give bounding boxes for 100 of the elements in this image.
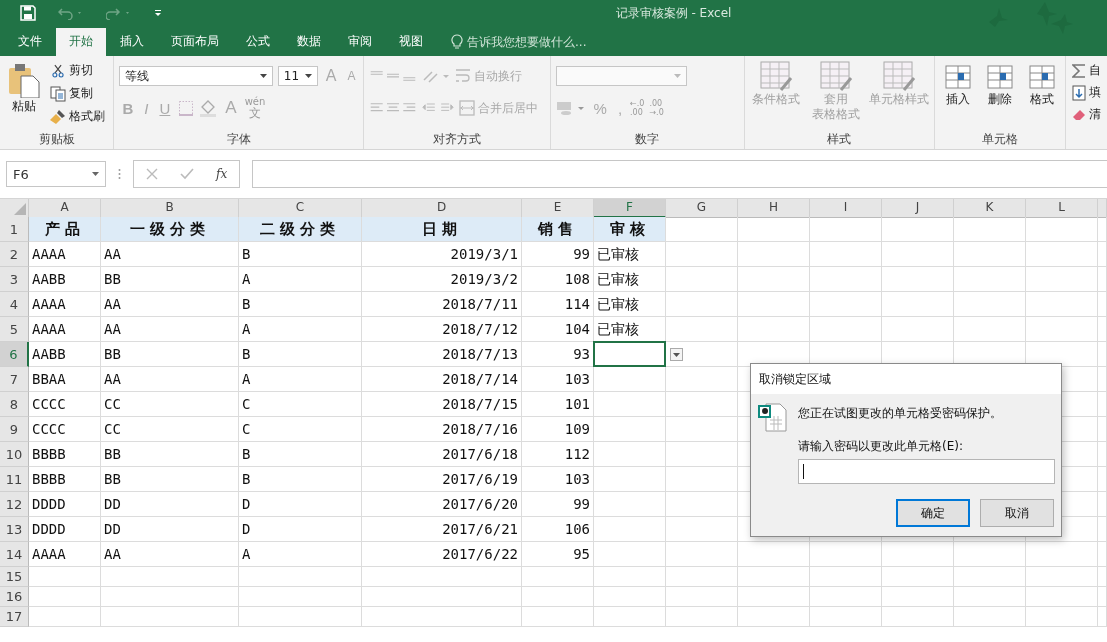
autosum-button[interactable]: 自 — [1072, 60, 1101, 81]
table-cell: BB — [101, 267, 239, 292]
insert-function-button[interactable]: fx — [216, 167, 228, 181]
row-header[interactable]: 6 — [0, 342, 29, 367]
dialog-title: 取消锁定区域 — [751, 364, 1061, 394]
table-cell: A — [239, 267, 362, 292]
table-cell: BB — [101, 442, 239, 467]
row-header[interactable]: 1 — [0, 217, 29, 242]
row-header[interactable]: 10 — [0, 442, 29, 467]
row-header[interactable]: 11 — [0, 467, 29, 492]
table-cell: 2018/7/15 — [362, 392, 522, 417]
row-header[interactable]: 2 — [0, 242, 29, 267]
table-cell: CC — [101, 417, 239, 442]
ribbon-tab[interactable]: 视图 — [386, 28, 436, 56]
row-header[interactable]: 13 — [0, 517, 29, 542]
tell-me-search[interactable]: 告诉我您想要做什么... — [451, 28, 587, 56]
table-cell: 2018/7/14 — [362, 367, 522, 392]
row-header[interactable]: 15 — [0, 567, 29, 587]
format-painter-button[interactable]: 格式刷 — [50, 106, 105, 127]
table-cell: 114 — [522, 292, 594, 317]
column-header[interactable]: L — [1026, 199, 1098, 218]
row-header[interactable]: 3 — [0, 267, 29, 292]
column-header[interactable]: J — [882, 199, 954, 218]
row-header[interactable]: 7 — [0, 367, 29, 392]
font-name-dropdown[interactable]: 等线 — [119, 66, 273, 86]
table-cell: 95 — [522, 542, 594, 567]
table-cell: AA — [101, 292, 239, 317]
table-cell: AA — [101, 242, 239, 267]
fill-button[interactable]: 填 — [1072, 82, 1101, 103]
cells-button[interactable]: 删除 — [981, 60, 1018, 131]
table-cell: C — [239, 417, 362, 442]
copy-button[interactable]: 复制 — [50, 83, 105, 104]
paste-button[interactable]: 粘贴 — [4, 60, 44, 131]
table-cell: 2017/6/22 — [362, 542, 522, 567]
table-cell: B — [239, 242, 362, 267]
table-cell: C — [239, 392, 362, 417]
row-header[interactable]: 4 — [0, 292, 29, 317]
column-header[interactable]: K — [954, 199, 1026, 218]
table-cell: BBAA — [29, 367, 101, 392]
ribbon-tab[interactable]: 文件 — [5, 28, 55, 56]
table-cell: AAAA — [29, 542, 101, 567]
table-cell: AA — [101, 317, 239, 342]
table-cell: B — [239, 442, 362, 467]
table-cell: CCCC — [29, 392, 101, 417]
row-header[interactable]: 5 — [0, 317, 29, 342]
table-cell: AAAA — [29, 317, 101, 342]
table-cell: BBBB — [29, 442, 101, 467]
table-cell: AAAA — [29, 292, 101, 317]
dialog-button[interactable]: 取消 — [980, 499, 1054, 527]
row-header[interactable]: 12 — [0, 492, 29, 517]
table-cell: 2017/6/19 — [362, 467, 522, 492]
column-header[interactable]: H — [738, 199, 810, 218]
ribbon-tab[interactable]: 公式 — [233, 28, 283, 56]
table-cell: BBBB — [29, 467, 101, 492]
table-cell: 2018/7/11 — [362, 292, 522, 317]
table-cell: DDDD — [29, 517, 101, 542]
ribbon-tab[interactable]: 数据 — [284, 28, 334, 56]
ribbon-tab[interactable]: 审阅 — [335, 28, 385, 56]
table-cell: BB — [101, 467, 239, 492]
table-cell: 103 — [522, 467, 594, 492]
row-header[interactable]: 17 — [0, 607, 29, 627]
column-header[interactable]: G — [666, 199, 738, 218]
column-title: 产品 — [29, 217, 101, 242]
dialog-message: 您正在试图更改的单元格受密码保护。 — [798, 405, 1002, 422]
clear-button[interactable]: 清 — [1072, 104, 1101, 125]
column-title: 一级分类 — [101, 217, 239, 242]
table-cell: CCCC — [29, 417, 101, 442]
group-label: 数字 — [635, 132, 660, 146]
table-cell: 108 — [522, 267, 594, 292]
font-size-dropdown[interactable]: 11 — [277, 66, 318, 86]
table-cell: 2017/6/21 — [362, 517, 522, 542]
table-cell: DD — [101, 517, 239, 542]
column-title: 二级分类 — [239, 217, 362, 242]
dialog-button[interactable]: 确定 — [896, 499, 970, 527]
cells-button[interactable]: 格式 — [1023, 60, 1060, 131]
group-label: 剪贴板 — [38, 132, 75, 146]
cut-button[interactable]: 剪切 — [50, 60, 105, 81]
table-cell: AABB — [29, 267, 101, 292]
row-header[interactable]: 16 — [0, 587, 29, 607]
row-header[interactable]: 9 — [0, 417, 29, 442]
column-title: 审核 — [594, 217, 666, 242]
table-cell: B — [239, 467, 362, 492]
table-cell: D — [239, 492, 362, 517]
table-cell: DD — [101, 492, 239, 517]
table-cell: DDDD — [29, 492, 101, 517]
ribbon-tab[interactable]: 插入 — [107, 28, 157, 56]
column-header[interactable]: I — [810, 199, 882, 218]
table-cell: 2018/7/16 — [362, 417, 522, 442]
ribbon-tab[interactable]: 页面布局 — [158, 28, 232, 56]
ribbon-tab[interactable]: 开始 — [56, 28, 106, 56]
table-cell: 112 — [522, 442, 594, 467]
row-header[interactable]: 8 — [0, 392, 29, 417]
table-cell: 2018/7/13 — [362, 342, 522, 367]
password-label: 请输入密码以更改此单元格(E): — [798, 438, 964, 455]
group-label: 字体 — [226, 132, 251, 146]
name-box[interactable]: F6 — [6, 161, 106, 187]
row-header[interactable]: 14 — [0, 542, 29, 567]
table-cell: 93 — [522, 342, 594, 367]
cells-button[interactable]: 插入 — [939, 60, 976, 131]
table-cell: BB — [101, 342, 239, 367]
